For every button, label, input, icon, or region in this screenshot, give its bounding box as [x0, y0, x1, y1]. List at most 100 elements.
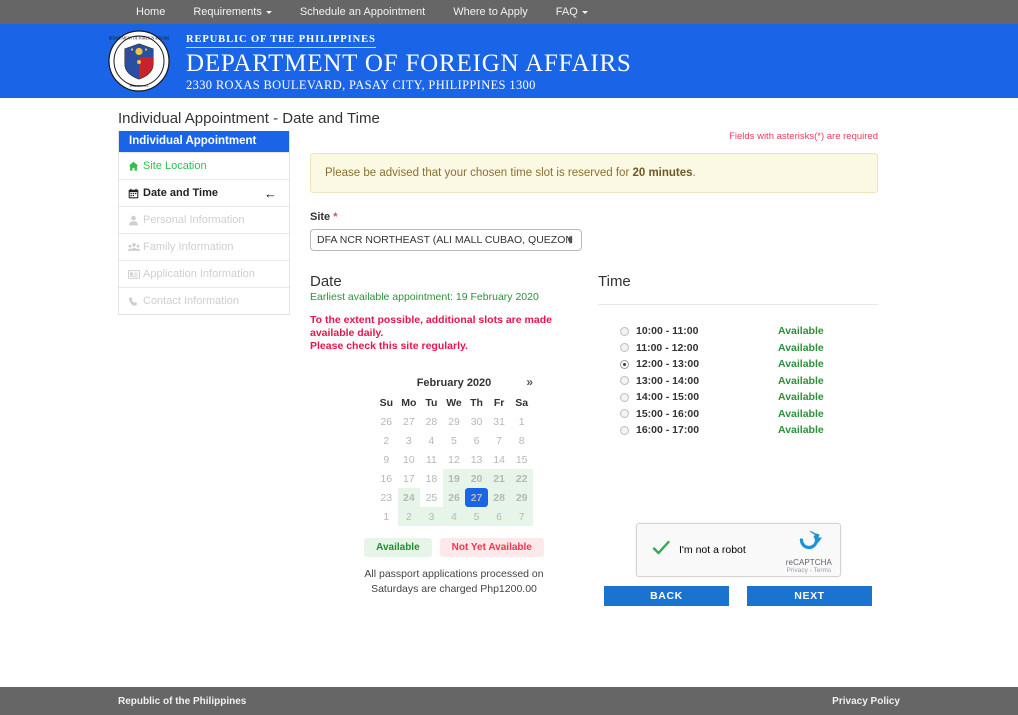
calendar-day-disabled: 13 [470, 453, 483, 466]
calendar-week-row: 2 3 4 5 6 7 8 [375, 431, 533, 450]
calendar-day-available[interactable]: 26 [442, 488, 466, 508]
calendar-weekday-header: We [446, 396, 462, 409]
calendar-day-available[interactable]: 22 [510, 469, 533, 489]
warning-line-1: To the extent possible, additional slots… [310, 314, 552, 340]
recaptcha-label: I'm not a robot [679, 544, 746, 556]
calendar-day-disabled: 15 [515, 453, 528, 466]
calendar-day-available[interactable]: 24 [397, 488, 421, 508]
calendar-day-disabled: 8 [518, 434, 525, 447]
sidebar-item-site-location[interactable]: Site Location [119, 152, 289, 179]
recaptcha-checkbox[interactable] [651, 538, 671, 563]
calendar-day-disabled: 5 [451, 434, 457, 447]
time-slot-row[interactable]: 12:00 - 13:00 Available [598, 356, 878, 373]
alert-duration: 20 minutes [632, 167, 693, 179]
nav-item-schedule-an-appointment[interactable]: Schedule an Appointment [286, 0, 439, 24]
banner-text-block: REPUBLIC OF THE PHILIPPINES DEPARTMENT O… [186, 29, 632, 93]
time-slot-status: Available [778, 424, 824, 437]
chevron-down-icon [581, 10, 588, 14]
calendar-day-disabled: 9 [383, 453, 390, 466]
nav-item-home[interactable]: Home [122, 0, 179, 24]
time-slot-label: 14:00 - 15:00 [636, 391, 700, 404]
calendar-day-disabled: 10 [403, 453, 415, 466]
sidebar-header: Individual Appointment [119, 131, 289, 152]
additional-slots-warning: To the extent possible, additional slots… [310, 314, 598, 353]
date-picker-calendar[interactable]: February 2020 » Su Mo Tu We Th Fr Sa 26 27 28 29 3… [375, 373, 533, 527]
footer-privacy-policy-link[interactable]: Privacy Policy [832, 696, 900, 707]
sidebar-item-label: Date and Time [143, 187, 218, 199]
calendar-weekday-header: Su [379, 396, 393, 409]
time-slot-row[interactable]: 10:00 - 11:00 Available [598, 323, 878, 340]
calendar-weekday-header: Fr [493, 396, 505, 409]
time-slot-radio[interactable] [620, 409, 629, 419]
calendar-legend: Available Not Yet Available [310, 538, 598, 558]
nav-item-faq[interactable]: FAQ [542, 0, 602, 24]
recaptcha-privacy-terms[interactable]: Privacy - Terms [786, 567, 832, 574]
time-slot-row[interactable]: 11:00 - 12:00 Available [598, 340, 878, 357]
site-field-label: Site * [310, 211, 878, 223]
calendar-day-disabled: 11 [425, 453, 437, 466]
calendar-next-month-button[interactable]: » [526, 375, 533, 389]
time-slot-radio[interactable] [620, 376, 629, 386]
home-icon [128, 161, 143, 172]
time-slot-label: 13:00 - 14:00 [636, 374, 700, 387]
calendar-header: February 2020 » [375, 373, 533, 393]
earliest-appointment-text: Earliest available appointment: 19 Febru… [310, 291, 539, 303]
calendar-day-selected[interactable]: 27 [465, 488, 488, 508]
banner-republic-line: REPUBLIC OF THE PHILIPPINES [186, 34, 376, 48]
time-slot-radio[interactable] [620, 392, 629, 402]
calendar-weekday-header: Tu [425, 396, 438, 409]
calendar-week-row: 26 27 28 29 30 31 1 [375, 412, 533, 431]
calendar-day-available-muted: 4 [442, 507, 466, 527]
nav-item-where-to-apply[interactable]: Where to Apply [439, 0, 542, 24]
site-select[interactable]: DFA NCR NORTHEAST (ALI MALL CUBAO, QUEZO… [310, 229, 582, 251]
calendar-day-available[interactable]: 20 [465, 469, 488, 489]
time-slot-radio[interactable] [620, 425, 629, 435]
recaptcha-widget[interactable]: I'm not a robot reCAPTCHA Privacy - Term… [636, 523, 841, 577]
time-slot-radio[interactable] [620, 359, 629, 369]
footer-republic-label: Republic of the Philippines [118, 695, 247, 707]
time-slot-row[interactable]: 14:00 - 15:00 Available [598, 389, 878, 406]
calendar-day-available[interactable]: 19 [442, 469, 466, 489]
back-button[interactable]: BACK [604, 586, 729, 606]
time-slot-row[interactable]: 16:00 - 17:00 Available [598, 422, 878, 439]
time-slot-list: 10:00 - 11:00 Available 11:00 - 12:00 Avail… [598, 323, 878, 439]
calendar-day-disabled: 30 [470, 415, 483, 428]
time-slot-radio[interactable] [620, 343, 629, 353]
alert-prefix-text: Please be advised that your chosen time … [325, 167, 633, 179]
banner-department-line: DEPARTMENT OF FOREIGN AFFAIRS [186, 50, 632, 77]
time-slot-reservation-alert: Please be advised that your chosen time … [310, 153, 878, 193]
legend-no-badge: Not Yet Available [439, 538, 544, 558]
sidebar-item-date-and-time[interactable]: Date and Time ← [119, 179, 289, 206]
calendar-day-disabled: 14 [493, 453, 505, 466]
sidebar-item-personal-information[interactable]: Personal Information [119, 206, 289, 233]
calendar-day-available-muted: 3 [420, 507, 443, 527]
calendar-day-available[interactable]: 21 [487, 469, 511, 489]
calendar-day-disabled: 7 [496, 434, 503, 447]
sidebar-item-contact-information[interactable]: Contact Information [119, 287, 289, 314]
warning-line-2: Please check this site regularly. [310, 340, 468, 353]
calendar-week-row: 23 24 25 26 27 28 29 [375, 488, 533, 508]
recaptcha-brand: reCAPTCHA Privacy - Terms [786, 527, 832, 574]
time-slot-radio[interactable] [620, 326, 629, 336]
required-fields-note: Fields with asterisks(*) are required [729, 131, 878, 142]
date-section-heading: Date [310, 273, 342, 290]
time-slot-status: Available [778, 325, 824, 338]
calendar-day-available[interactable]: 28 [487, 488, 511, 508]
select-stepper-icon: ▲ ▼ [566, 233, 574, 246]
nav-item-requirements[interactable]: Requirements [179, 0, 285, 24]
svg-text:DEPARTMENT OF FOREIGN AFFAIRS: DEPARTMENT OF FOREIGN AFFAIRS [109, 37, 170, 41]
calendar-weekday-header: Sa [515, 396, 529, 409]
sidebar-item-application-information[interactable]: Application Information [119, 260, 289, 287]
calendar-day-disabled: 27 [403, 415, 415, 428]
recaptcha-brand-name: reCAPTCHA [785, 557, 832, 567]
calendar-day-disabled: 28 [425, 415, 438, 428]
calendar-icon [128, 188, 143, 199]
id-card-icon [128, 269, 143, 280]
sidebar-item-family-information[interactable]: Family Information [119, 233, 289, 260]
calendar-grid: Su Mo Tu We Th Fr Sa 26 27 28 29 30 31 1 2 3 4 5 6 7 8 9 10 11… [375, 393, 533, 527]
calendar-day-available[interactable]: 29 [510, 488, 533, 508]
time-slot-row[interactable]: 13:00 - 14:00 Available [598, 373, 878, 390]
time-slot-row[interactable]: 15:00 - 16:00 Available [598, 406, 878, 423]
next-button[interactable]: NEXT [747, 586, 872, 606]
time-section-heading: Time [598, 273, 878, 305]
